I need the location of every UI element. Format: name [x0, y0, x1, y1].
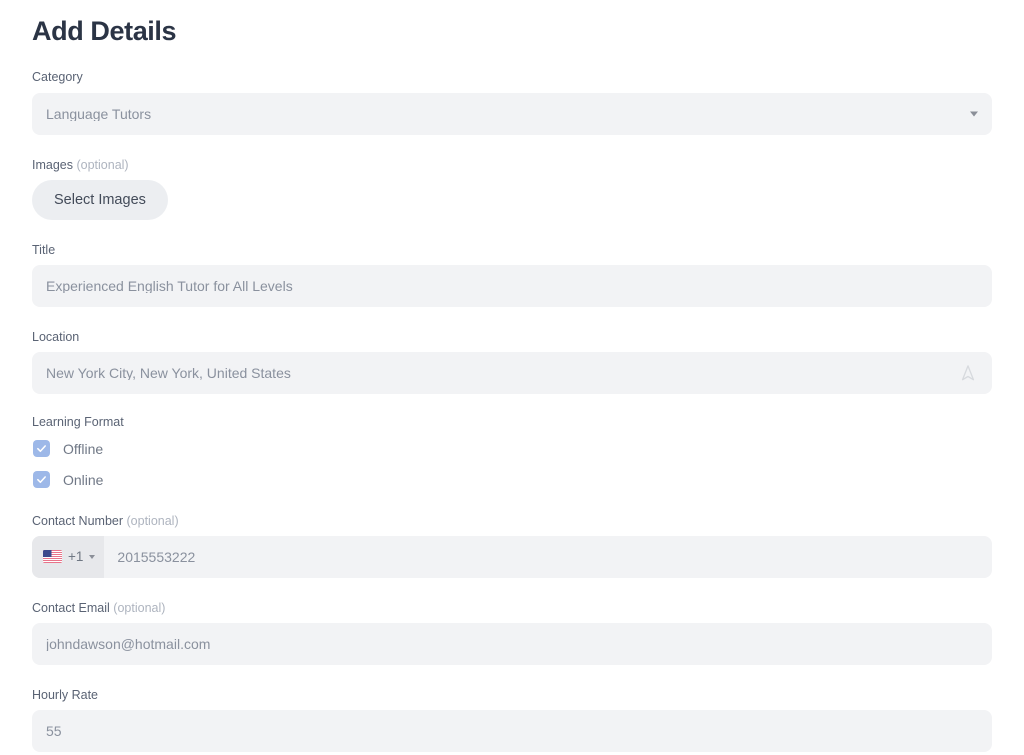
title-value: Experienced English Tutor for All Levels	[46, 279, 293, 294]
location-label: Location	[32, 330, 80, 345]
dial-code-value: +1	[68, 549, 84, 565]
location-field-block: Location New York City, New York, United…	[32, 329, 992, 395]
checkbox-label-online: Online	[63, 471, 104, 488]
contact-email-field-block: Contact Email (optional) johndawson@hotm…	[32, 600, 992, 666]
images-label-text: Images	[32, 157, 73, 172]
page-title: Add Details	[32, 16, 177, 46]
checkbox-offline[interactable]	[33, 440, 50, 458]
checkbox-row-offline[interactable]: Offline	[32, 438, 992, 460]
images-label: Images (optional)	[32, 157, 992, 173]
country-code-selector[interactable]: +1	[32, 535, 105, 578]
select-images-button[interactable]: Select Images	[32, 179, 168, 220]
contact-number-field-block: Contact Number (optional) +1 2015553222	[32, 513, 992, 578]
contact-email-label-text: Contact Email	[32, 600, 110, 615]
learning-format-options: Offline Online	[32, 438, 992, 491]
contact-email-input[interactable]: johndawson@hotmail.com	[32, 623, 992, 666]
contact-number-label-text: Contact Number	[32, 513, 124, 528]
location-input[interactable]: New York City, New York, United States	[32, 352, 992, 395]
title-field-block: Title Experienced English Tutor for All …	[32, 242, 992, 308]
hourly-rate-value: 55	[46, 724, 62, 739]
locate-navigation-icon[interactable]	[958, 363, 978, 383]
us-flag-icon	[43, 550, 62, 564]
contact-number-label: Contact Number (optional)	[32, 513, 992, 529]
location-value: New York City, New York, United States	[46, 366, 291, 381]
add-details-page: Add Details Category Language Tutors Ima…	[0, 0, 1024, 755]
checkbox-row-online[interactable]: Online	[32, 469, 992, 491]
learning-format-label: Learning Format	[32, 415, 124, 430]
category-field-block: Category Language Tutors	[32, 69, 992, 135]
contact-email-label: Contact Email (optional)	[32, 600, 992, 616]
title-label: Title	[32, 242, 56, 257]
chevron-down-icon	[970, 111, 978, 117]
checkbox-online[interactable]	[33, 471, 50, 489]
contact-number-value: 2015553222	[117, 548, 196, 565]
category-select[interactable]: Language Tutors	[32, 92, 992, 135]
title-input[interactable]: Experienced English Tutor for All Levels	[32, 265, 992, 308]
checkbox-label-offline: Offline	[63, 440, 104, 457]
hourly-rate-field-block: Hourly Rate 55	[32, 687, 992, 753]
images-field-block: Images (optional) Select Images	[32, 157, 992, 220]
category-label: Category	[32, 70, 83, 85]
hourly-rate-label: Hourly Rate	[32, 688, 98, 703]
category-value: Language Tutors	[46, 106, 152, 121]
images-optional-text: (optional)	[76, 157, 129, 172]
contact-number-optional-text: (optional)	[126, 513, 179, 528]
hourly-rate-input[interactable]: 55	[32, 710, 992, 753]
chevron-down-icon	[89, 554, 96, 559]
learning-format-field-block: Learning Format Offline Online	[32, 414, 992, 490]
contact-email-value: johndawson@hotmail.com	[46, 637, 211, 652]
contact-number-input[interactable]: +1 2015553222	[32, 535, 992, 578]
contact-email-optional-text: (optional)	[113, 600, 166, 615]
